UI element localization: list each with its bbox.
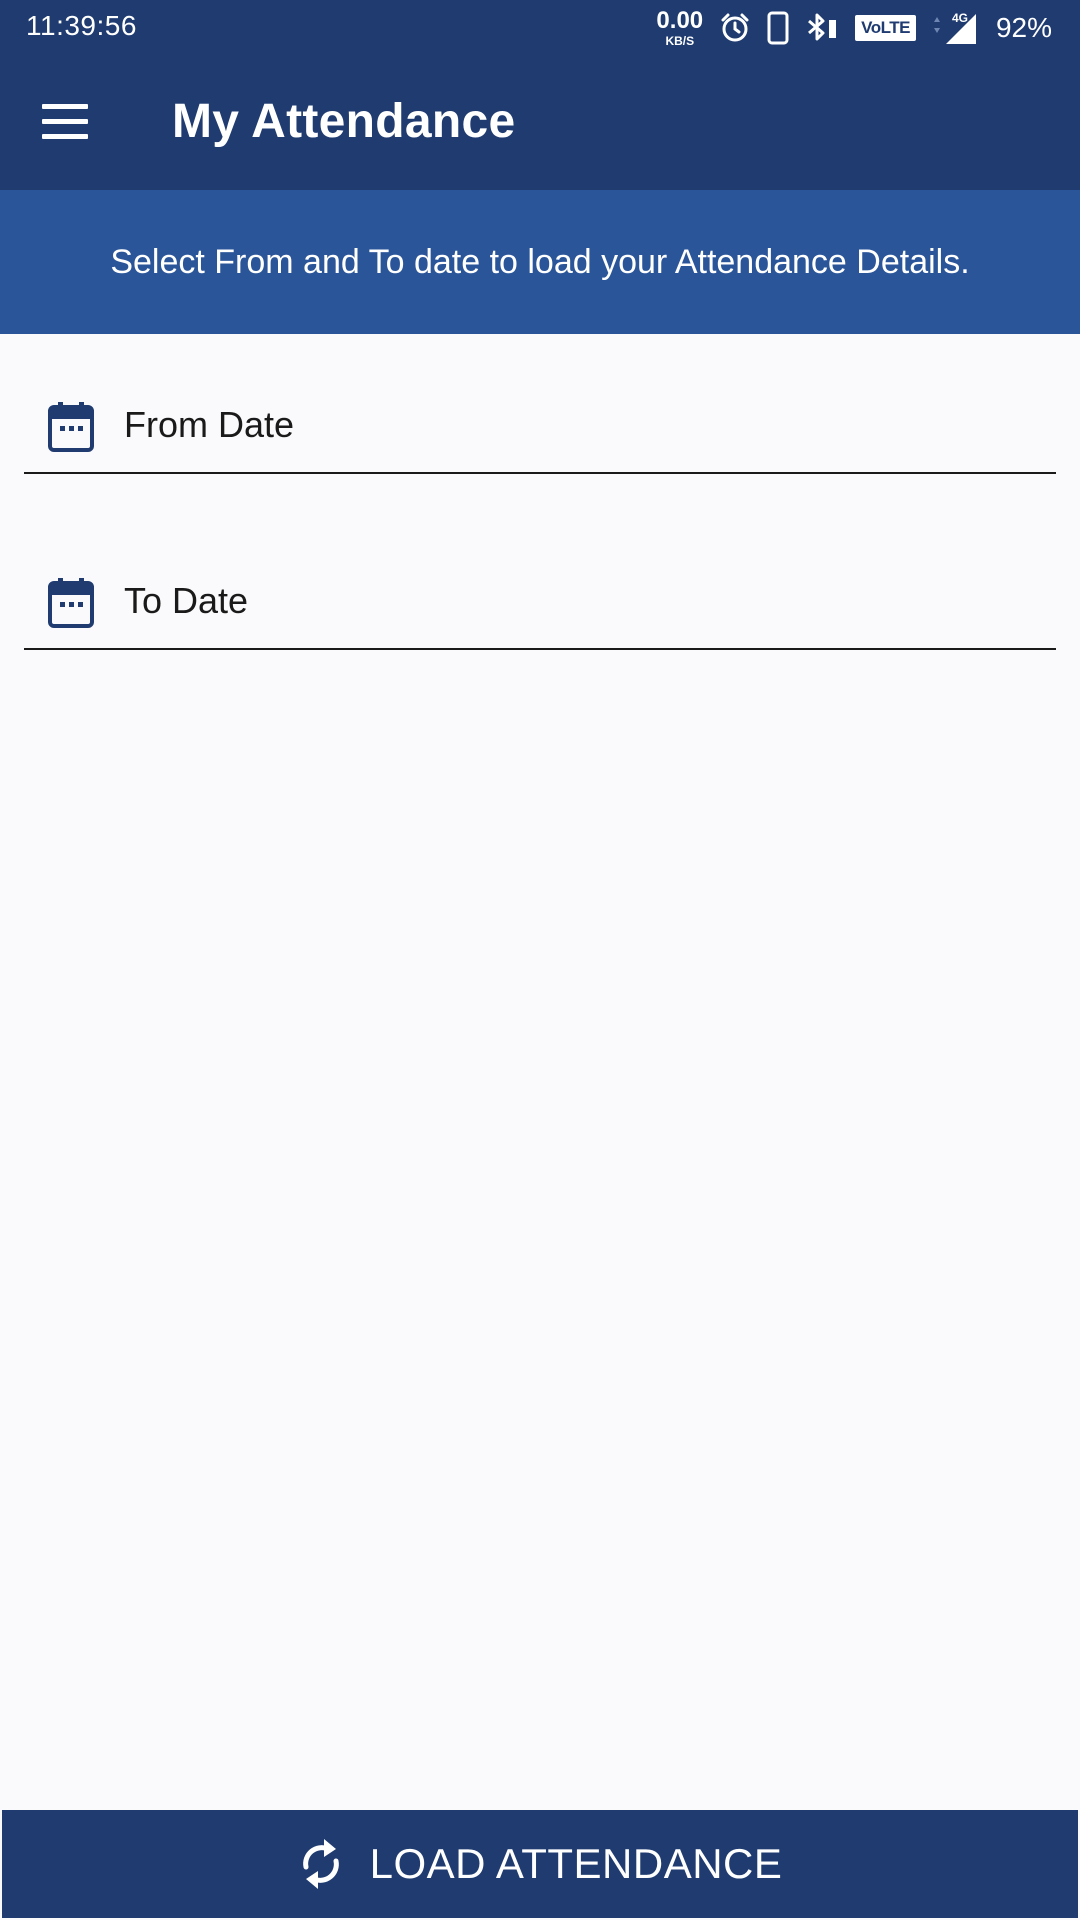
info-banner: Select From and To date to load your Att…	[0, 190, 1080, 334]
calendar-icon	[48, 578, 94, 628]
refresh-icon	[298, 1837, 344, 1891]
calendar-icon	[48, 402, 94, 452]
network-speed-value: 0.00	[656, 7, 704, 34]
app-bar: My Attendance	[0, 56, 1080, 190]
phone-icon	[767, 11, 789, 45]
from-date-field[interactable]: From Date	[24, 376, 1056, 474]
from-date-label: From Date	[124, 404, 295, 445]
to-date-label: To Date	[124, 580, 249, 621]
load-attendance-label: LOAD ATTENDANCE	[369, 1840, 783, 1887]
network-speed: 0.00 KB/S	[656, 7, 704, 48]
status-bar: 11:39:56 0.00 KB/S VoLTE 4G 92%	[0, 0, 1080, 56]
to-date-field[interactable]: To Date	[24, 552, 1056, 650]
status-time: 11:39:56	[26, 10, 137, 41]
battery-level: 92%	[995, 12, 1052, 43]
load-attendance-button[interactable]: LOAD ATTENDANCE	[2, 1810, 1078, 1918]
status-icons: 0.00 KB/S VoLTE 4G 92%	[656, 6, 1052, 50]
page-title: My Attendance	[172, 95, 516, 148]
signal-icon: 4G	[932, 10, 980, 46]
bluetooth-icon	[805, 11, 839, 45]
alarm-icon	[719, 12, 751, 44]
network-speed-unit: KB/S	[665, 34, 695, 48]
hamburger-menu-icon[interactable]	[42, 104, 88, 142]
info-banner-text: Select From and To date to load your Att…	[110, 242, 970, 281]
network-type-label: 4G	[952, 11, 968, 25]
volte-badge: VoLTE	[855, 15, 916, 41]
